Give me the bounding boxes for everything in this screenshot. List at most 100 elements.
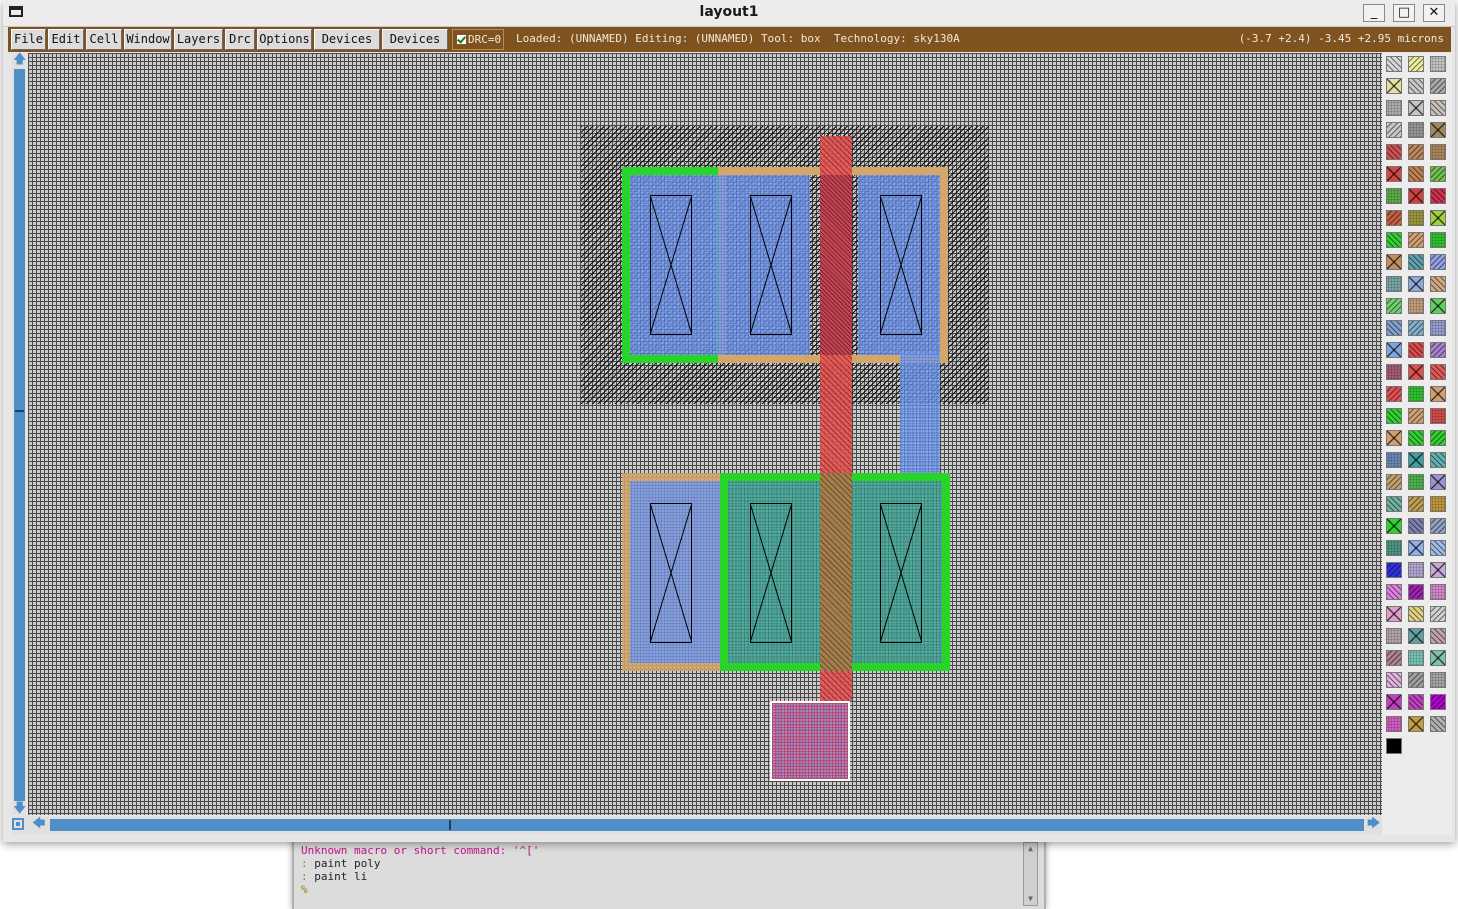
- layer-swatch[interactable]: [1430, 694, 1446, 710]
- selected-box[interactable]: [770, 701, 850, 781]
- layer-swatch[interactable]: [1386, 474, 1402, 490]
- console-scrollbar[interactable]: ▲ ▼: [1023, 842, 1038, 906]
- layer-swatch[interactable]: [1408, 386, 1424, 402]
- layer-swatch[interactable]: [1408, 408, 1424, 424]
- vertical-scrollbar[interactable]: 🡅 🡇: [12, 53, 26, 815]
- layer-swatch[interactable]: [1430, 122, 1446, 138]
- layer-swatch[interactable]: [1430, 298, 1446, 314]
- vertical-scroll-position[interactable]: [15, 410, 24, 412]
- menu-window[interactable]: Window: [124, 29, 172, 50]
- layer-swatch[interactable]: [1408, 474, 1424, 490]
- scroll-down-icon[interactable]: 🡇: [13, 802, 26, 815]
- layer-swatch[interactable]: [1430, 672, 1446, 688]
- layer-swatch[interactable]: [1408, 496, 1424, 512]
- layer-swatch[interactable]: [1430, 78, 1446, 94]
- layer-swatch[interactable]: [1386, 716, 1402, 732]
- layer-swatch[interactable]: [1386, 540, 1402, 556]
- drc-toggle[interactable]: DRC=0: [452, 29, 504, 50]
- layer-swatch[interactable]: [1408, 562, 1424, 578]
- layer-swatch[interactable]: [1430, 562, 1446, 578]
- scroll-up-icon[interactable]: 🡅: [13, 53, 26, 66]
- layer-swatch[interactable]: [1408, 56, 1424, 72]
- layer-swatch[interactable]: [1386, 562, 1402, 578]
- layer-swatch[interactable]: [1408, 298, 1424, 314]
- layer-swatch[interactable]: [1430, 188, 1446, 204]
- layer-swatch[interactable]: [1408, 144, 1424, 160]
- layer-swatch[interactable]: [1408, 100, 1424, 116]
- vertical-scroll-track[interactable]: [14, 69, 25, 801]
- scroll-right-icon[interactable]: 🡆: [1367, 817, 1380, 830]
- console-scroll-down-icon[interactable]: ▼: [1025, 894, 1036, 904]
- menu-layers[interactable]: Layers: [174, 29, 223, 50]
- layer-swatch[interactable]: [1430, 540, 1446, 556]
- layer-swatch[interactable]: [1386, 628, 1402, 644]
- menu-options[interactable]: Options: [257, 29, 312, 50]
- poly-over-lower-diff[interactable]: [820, 473, 852, 671]
- layer-swatch[interactable]: [1386, 650, 1402, 666]
- layer-swatch[interactable]: [1386, 606, 1402, 622]
- layer-swatch[interactable]: [1430, 56, 1446, 72]
- title-bar[interactable]: layout1 _ □ ✕: [3, 0, 1455, 27]
- layer-swatch[interactable]: [1386, 452, 1402, 468]
- pdiff-contact-1[interactable]: [650, 503, 692, 643]
- layer-swatch[interactable]: [1386, 144, 1402, 160]
- layer-swatch[interactable]: [1386, 518, 1402, 534]
- drc-checkbox-icon[interactable]: [457, 35, 466, 44]
- layer-swatch[interactable]: [1430, 628, 1446, 644]
- layer-swatch[interactable]: [1386, 276, 1402, 292]
- layer-swatch[interactable]: [1430, 320, 1446, 336]
- poly-over-upper-diff[interactable]: [820, 175, 852, 355]
- layer-swatch[interactable]: [1386, 122, 1402, 138]
- console-prompt-3[interactable]: %: [301, 883, 308, 896]
- layer-swatch[interactable]: [1408, 518, 1424, 534]
- layer-swatch[interactable]: [1408, 606, 1424, 622]
- layer-swatch[interactable]: [1408, 320, 1424, 336]
- layer-swatch[interactable]: [1408, 364, 1424, 380]
- menu-drc[interactable]: Drc: [225, 29, 255, 50]
- layer-swatch[interactable]: [1430, 166, 1446, 182]
- layer-swatch[interactable]: [1386, 100, 1402, 116]
- layer-swatch[interactable]: [1408, 188, 1424, 204]
- zoom-box-icon[interactable]: [12, 818, 24, 830]
- layer-swatch[interactable]: [1386, 342, 1402, 358]
- layer-swatch[interactable]: [1408, 694, 1424, 710]
- layer-swatch[interactable]: [1408, 276, 1424, 292]
- layer-swatch[interactable]: [1408, 452, 1424, 468]
- layer-swatch[interactable]: [1430, 430, 1446, 446]
- layer-swatch[interactable]: [1386, 496, 1402, 512]
- layer-swatch[interactable]: [1408, 166, 1424, 182]
- layer-swatch[interactable]: [1430, 276, 1446, 292]
- minimize-button[interactable]: _: [1363, 4, 1385, 22]
- layer-swatch[interactable]: [1386, 694, 1402, 710]
- layer-swatch[interactable]: [1430, 364, 1446, 380]
- layer-swatch[interactable]: [1408, 672, 1424, 688]
- layer-swatch[interactable]: [1430, 342, 1446, 358]
- layer-swatch[interactable]: [1386, 232, 1402, 248]
- horizontal-scroll-position[interactable]: [449, 820, 451, 830]
- layer-swatch[interactable]: [1408, 650, 1424, 666]
- layer-swatch[interactable]: [1408, 540, 1424, 556]
- layer-swatch[interactable]: [1430, 408, 1446, 424]
- close-button[interactable]: ✕: [1423, 4, 1445, 22]
- layer-swatch[interactable]: [1386, 188, 1402, 204]
- layer-swatch[interactable]: [1386, 672, 1402, 688]
- layer-swatch[interactable]: [1386, 430, 1402, 446]
- layer-swatch[interactable]: [1430, 232, 1446, 248]
- layer-swatch[interactable]: [1386, 254, 1402, 270]
- layer-swatch[interactable]: [1430, 210, 1446, 226]
- layer-swatch[interactable]: [1386, 56, 1402, 72]
- layout-canvas[interactable]: [28, 53, 1382, 815]
- layer-swatch[interactable]: [1408, 78, 1424, 94]
- menu-file[interactable]: File: [11, 29, 46, 50]
- layer-swatch[interactable]: [1408, 430, 1424, 446]
- layer-swatch[interactable]: [1386, 320, 1402, 336]
- layer-swatch[interactable]: [1408, 232, 1424, 248]
- layer-swatch[interactable]: [1386, 386, 1402, 402]
- console-scroll-up-icon[interactable]: ▲: [1025, 844, 1036, 854]
- layer-swatch[interactable]: [1408, 122, 1424, 138]
- layer-swatch[interactable]: [1430, 496, 1446, 512]
- layer-swatch[interactable]: [1408, 628, 1424, 644]
- ndiff-contact-3[interactable]: [880, 195, 922, 335]
- layer-swatch[interactable]: [1408, 254, 1424, 270]
- menu-cell[interactable]: Cell: [86, 29, 122, 50]
